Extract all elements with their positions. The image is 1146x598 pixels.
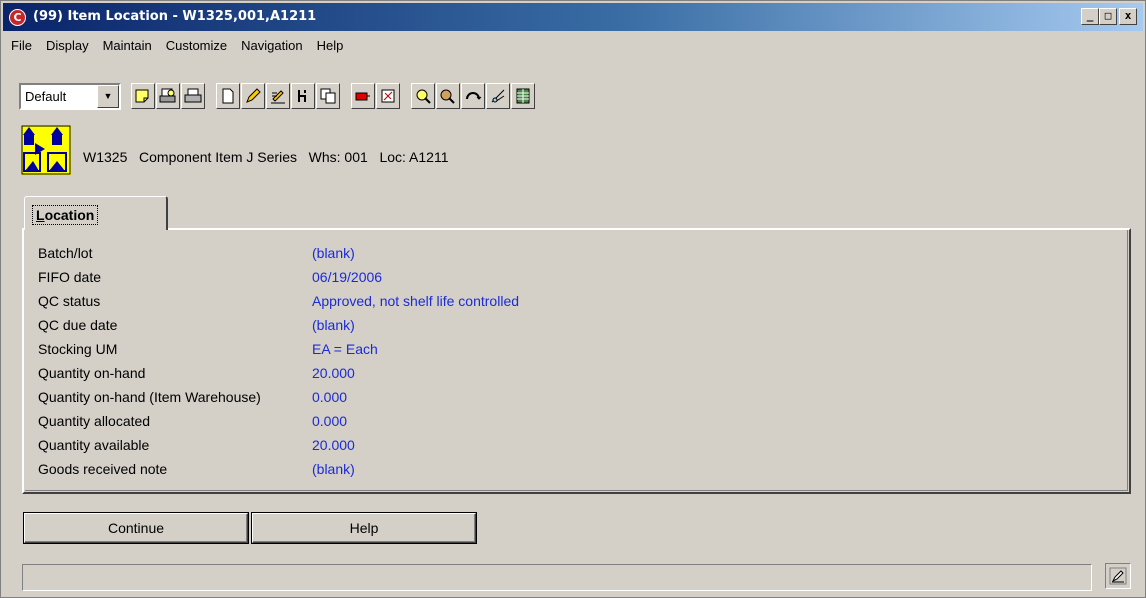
- item-location-icon: [21, 125, 71, 175]
- minimize-button[interactable]: _: [1081, 8, 1099, 25]
- field-row-quantity-available: Quantity available 20.000: [38, 437, 355, 461]
- field-row-quantity-on-hand-item-warehouse: Quantity on-hand (Item Warehouse) 0.000: [38, 389, 347, 413]
- menu-maintain[interactable]: Maintain: [95, 34, 158, 58]
- view-select-value: Default: [25, 88, 67, 104]
- print-preview-button[interactable]: [156, 83, 180, 109]
- field-value: (blank): [312, 317, 355, 333]
- search-list-button[interactable]: [436, 83, 460, 109]
- field-row-quantity-allocated: Quantity allocated 0.000: [38, 413, 347, 437]
- field-row-qc-due-date: QC due date (blank): [38, 317, 355, 341]
- spreadsheet-icon: [516, 88, 530, 104]
- field-label: Quantity on-hand (Item Warehouse): [38, 389, 261, 405]
- tools-button[interactable]: [376, 83, 400, 109]
- edit-button[interactable]: [241, 83, 265, 109]
- field-value: 20.000: [312, 437, 355, 453]
- field-label: Stocking UM: [38, 341, 118, 357]
- filter-icon: [298, 90, 306, 102]
- filter-button[interactable]: [291, 83, 315, 109]
- edit-list-icon: [271, 90, 285, 104]
- new-document-icon: [222, 88, 234, 104]
- field-value: 20.000: [312, 365, 355, 381]
- print-button[interactable]: [181, 83, 205, 109]
- tools-icon: [381, 89, 395, 103]
- print-icon: [184, 88, 202, 103]
- refresh-icon: [466, 92, 482, 100]
- field-value: 06/19/2006: [312, 269, 383, 285]
- title-bar[interactable]: C (99) Item Location - W1325,001,A1211 _…: [3, 3, 1143, 31]
- copy-icon: [320, 88, 336, 104]
- status-bar: [22, 564, 1092, 591]
- field-row-batch-lot: Batch/lot (blank): [38, 245, 355, 269]
- menu-help[interactable]: Help: [309, 34, 350, 58]
- field-label: QC due date: [38, 317, 118, 333]
- maximize-button[interactable]: □: [1099, 8, 1117, 25]
- link-icon: [491, 89, 505, 103]
- refresh-button[interactable]: [461, 83, 485, 109]
- link-button[interactable]: [486, 83, 510, 109]
- search-list-icon: [440, 89, 455, 104]
- field-label: QC status: [38, 293, 101, 309]
- field-label: Quantity available: [38, 437, 150, 453]
- window-title: (99) Item Location - W1325,001,A1211: [33, 9, 317, 24]
- help-button[interactable]: Help: [252, 513, 476, 543]
- flag-button[interactable]: [351, 83, 375, 109]
- search-gear-button[interactable]: [411, 83, 435, 109]
- app-icon[interactable]: C: [9, 9, 26, 26]
- field-row-quantity-on-hand: Quantity on-hand 20.000: [38, 365, 355, 389]
- edit-pencil-icon: [246, 88, 261, 103]
- field-label: Quantity allocated: [38, 413, 151, 429]
- app-window: C (99) Item Location - W1325,001,A1211 _…: [0, 0, 1146, 598]
- print-preview-icon: [159, 88, 176, 103]
- field-value: EA = Each: [312, 341, 378, 357]
- field-label: Quantity on-hand: [38, 365, 146, 381]
- menu-customize[interactable]: Customize: [158, 34, 233, 58]
- view-select[interactable]: Default ▼: [19, 82, 121, 110]
- menu-bar: File Display Maintain Customize Navigati…: [3, 34, 349, 58]
- continue-button[interactable]: Continue: [24, 513, 248, 543]
- field-label: Goods received note: [38, 461, 168, 477]
- field-label: Batch/lot: [38, 245, 93, 261]
- field-value: 0.000: [312, 413, 348, 429]
- flag-icon: [355, 92, 370, 101]
- toolbar: Default ▼: [19, 80, 536, 112]
- menu-navigation[interactable]: Navigation: [233, 34, 308, 58]
- item-header-text: W1325 Component Item J Series Whs: 001 L…: [83, 149, 449, 165]
- field-row-stocking-um: Stocking UM EA = Each: [38, 341, 378, 365]
- close-button[interactable]: x: [1119, 8, 1137, 25]
- field-value: 0.000: [312, 389, 348, 405]
- new-document-button[interactable]: [216, 83, 240, 109]
- pen-icon[interactable]: [1105, 563, 1131, 589]
- chevron-down-icon[interactable]: ▼: [97, 84, 119, 108]
- field-row-goods-received-note: Goods received note (blank): [38, 461, 355, 485]
- tab-location-label: Location: [32, 205, 99, 225]
- field-label: FIFO date: [38, 269, 102, 285]
- note-button[interactable]: [131, 83, 155, 109]
- field-value: (blank): [312, 245, 355, 261]
- field-value: Approved, not shelf life controlled: [312, 293, 520, 309]
- field-value: (blank): [312, 461, 355, 477]
- tab-location[interactable]: Location: [24, 196, 168, 230]
- menu-file[interactable]: File: [3, 34, 38, 58]
- location-panel: Batch/lot (blank) FIFO date 06/19/2006 Q…: [22, 228, 1131, 494]
- menu-display[interactable]: Display: [38, 34, 95, 58]
- field-row-fifo-date: FIFO date 06/19/2006: [38, 269, 382, 293]
- search-gear-icon: [416, 89, 431, 104]
- edit-list-button[interactable]: [266, 83, 290, 109]
- note-icon: [135, 89, 149, 103]
- copy-button[interactable]: [316, 83, 340, 109]
- field-row-qc-status: QC status Approved, not shelf life contr…: [38, 293, 519, 317]
- spreadsheet-button[interactable]: [511, 83, 535, 109]
